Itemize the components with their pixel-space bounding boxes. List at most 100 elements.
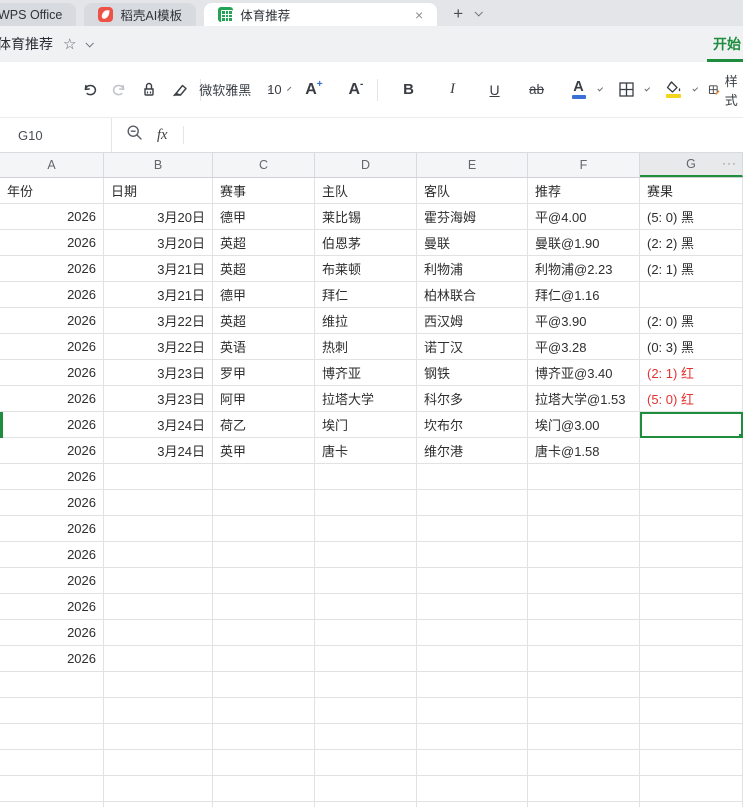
cell[interactable] <box>417 776 528 802</box>
cell[interactable]: 维拉 <box>315 308 417 334</box>
cell[interactable] <box>213 672 315 698</box>
cell[interactable] <box>315 490 417 516</box>
cell[interactable]: 罗甲 <box>213 360 315 386</box>
italic-button[interactable]: I <box>438 74 468 106</box>
cell[interactable] <box>213 516 315 542</box>
favorite-star-icon[interactable]: ☆ <box>63 35 76 53</box>
cell[interactable]: 利物浦 <box>417 256 528 282</box>
cell[interactable] <box>213 646 315 672</box>
cell[interactable] <box>213 724 315 750</box>
cell[interactable]: 德甲 <box>213 282 315 308</box>
cell[interactable]: 荷乙 <box>213 412 315 438</box>
cell[interactable] <box>528 568 640 594</box>
increase-font-button[interactable]: A + <box>299 74 329 106</box>
cell[interactable] <box>213 698 315 724</box>
cell[interactable]: 3月20日 <box>104 204 213 230</box>
format-painter-icon[interactable] <box>134 74 164 106</box>
header-cell[interactable]: 客队 <box>417 178 528 204</box>
cell[interactable] <box>528 464 640 490</box>
cell[interactable] <box>417 594 528 620</box>
font-color-chevron-icon[interactable] <box>596 85 603 92</box>
cell[interactable]: 唐卡 <box>315 438 417 464</box>
cell[interactable]: 博齐亚 <box>315 360 417 386</box>
cell[interactable]: 3月24日 <box>104 438 213 464</box>
cell[interactable] <box>417 464 528 490</box>
cell[interactable] <box>213 490 315 516</box>
cell[interactable] <box>528 724 640 750</box>
cell[interactable]: 埃门 <box>315 412 417 438</box>
header-cell[interactable]: 年份 <box>0 178 104 204</box>
tab-wps-office[interactable]: WPS Office <box>0 3 77 26</box>
cell[interactable]: 唐卡@1.58 <box>528 438 640 464</box>
more-columns-icon[interactable]: ··· <box>722 156 737 170</box>
cell[interactable]: 3月20日 <box>104 230 213 256</box>
undo-button[interactable] <box>74 74 104 106</box>
cell[interactable]: 2026 <box>0 412 104 438</box>
cell[interactable] <box>315 724 417 750</box>
cell[interactable]: 2026 <box>0 256 104 282</box>
cell[interactable]: 布莱顿 <box>315 256 417 282</box>
cell[interactable]: 2026 <box>0 516 104 542</box>
cell[interactable] <box>640 282 743 308</box>
cell[interactable] <box>104 750 213 776</box>
cell[interactable]: 3月23日 <box>104 360 213 386</box>
cell[interactable]: 维尔港 <box>417 438 528 464</box>
cell[interactable]: 3月21日 <box>104 256 213 282</box>
cell[interactable] <box>315 776 417 802</box>
cell[interactable] <box>0 776 104 802</box>
cell[interactable]: 平@3.28 <box>528 334 640 360</box>
fill-color-button[interactable] <box>659 74 689 106</box>
cell[interactable] <box>417 750 528 776</box>
cell[interactable]: 2026 <box>0 282 104 308</box>
cell[interactable] <box>417 724 528 750</box>
cell[interactable] <box>315 646 417 672</box>
cell[interactable] <box>104 776 213 802</box>
cell[interactable]: 2026 <box>0 334 104 360</box>
cell[interactable]: 博齐亚@3.40 <box>528 360 640 386</box>
cell[interactable]: 柏林联合 <box>417 282 528 308</box>
font-family-select[interactable]: 微软雅黑 <box>199 74 273 106</box>
cell[interactable] <box>104 698 213 724</box>
decrease-font-button[interactable]: A- <box>341 74 371 106</box>
cell[interactable] <box>104 516 213 542</box>
cell[interactable]: 阿甲 <box>213 386 315 412</box>
column-header-A[interactable]: A <box>0 153 104 177</box>
cell[interactable]: 英甲 <box>213 438 315 464</box>
cell[interactable] <box>640 750 743 776</box>
cell[interactable]: 拉塔大学@1.53 <box>528 386 640 412</box>
close-icon[interactable]: × <box>415 8 423 22</box>
cell[interactable]: (2: 1) 黑 <box>640 256 743 282</box>
cell-styles-button[interactable]: 样式 <box>708 71 743 109</box>
cell[interactable] <box>213 802 315 807</box>
cell[interactable] <box>528 646 640 672</box>
cell[interactable] <box>315 516 417 542</box>
column-header-B[interactable]: B <box>104 153 213 177</box>
strikethrough-button[interactable]: ab <box>522 74 552 106</box>
cell[interactable]: (2: 1) 红 <box>640 360 743 386</box>
cell[interactable] <box>213 776 315 802</box>
cell[interactable] <box>528 594 640 620</box>
cell[interactable] <box>640 516 743 542</box>
cell[interactable] <box>417 672 528 698</box>
cell[interactable]: 2026 <box>0 438 104 464</box>
cell[interactable] <box>640 464 743 490</box>
cell[interactable] <box>417 802 528 807</box>
cell[interactable] <box>640 620 743 646</box>
cell[interactable] <box>213 750 315 776</box>
borders-button[interactable] <box>611 74 641 106</box>
cell[interactable]: (5: 0) 黑 <box>640 204 743 230</box>
cell[interactable] <box>213 620 315 646</box>
cell[interactable]: 英超 <box>213 230 315 256</box>
cell[interactable] <box>640 776 743 802</box>
cell[interactable]: 利物浦@2.23 <box>528 256 640 282</box>
cell[interactable] <box>528 698 640 724</box>
cell[interactable] <box>104 672 213 698</box>
selected-cell[interactable] <box>640 412 743 438</box>
cell[interactable] <box>104 802 213 807</box>
cell[interactable]: 钢铁 <box>417 360 528 386</box>
cell[interactable]: 曼联@1.90 <box>528 230 640 256</box>
cell[interactable] <box>104 646 213 672</box>
cell[interactable] <box>417 542 528 568</box>
cell[interactable] <box>640 724 743 750</box>
redo-button[interactable] <box>104 74 134 106</box>
